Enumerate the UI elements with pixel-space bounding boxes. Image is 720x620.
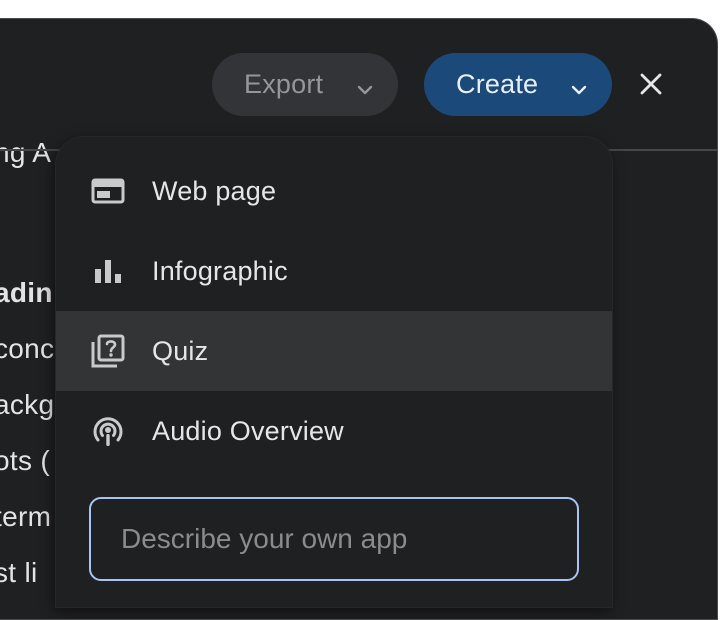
menu-item-quiz[interactable]: Quiz: [56, 311, 612, 391]
close-button[interactable]: [630, 65, 672, 107]
document-text-line: ng A: [0, 137, 52, 168]
menu-item-label: Infographic: [152, 255, 288, 286]
export-button-label: Export: [244, 69, 324, 99]
create-button[interactable]: Create: [424, 53, 612, 116]
menu-item-web-page[interactable]: Web page: [56, 151, 612, 231]
export-button[interactable]: Export: [212, 53, 398, 116]
web-page-icon: [90, 173, 126, 209]
menu-item-audio-overview[interactable]: Audio Overview: [56, 391, 612, 471]
chevron-down-icon: [356, 75, 374, 106]
menu-item-label: Audio Overview: [152, 415, 344, 446]
chevron-down-icon: [570, 75, 588, 106]
menu-item-label: Web page: [152, 175, 277, 206]
podcast-icon: [90, 413, 126, 449]
create-menu: Web page Infographic Quiz Audio Overview…: [56, 137, 612, 607]
document-text-line: term: [0, 501, 52, 532]
bar-chart-icon: [90, 253, 126, 289]
close-icon: [639, 72, 663, 101]
menu-item-infographic[interactable]: Infographic: [56, 231, 612, 311]
document-text-line: conc: [0, 333, 55, 364]
describe-app-input[interactable]: [89, 497, 579, 581]
menu-item-label: Quiz: [152, 335, 209, 366]
document-text-line: adin: [0, 277, 53, 308]
document-text-line: ots (: [0, 445, 50, 476]
create-button-label: Create: [456, 69, 539, 99]
document-text-line: ackg: [0, 389, 55, 420]
quiz-icon: [90, 333, 126, 369]
document-text-line: st li: [0, 557, 38, 588]
main-panel: ng A adin conc ackg ots ( term st li Exp…: [0, 18, 718, 620]
